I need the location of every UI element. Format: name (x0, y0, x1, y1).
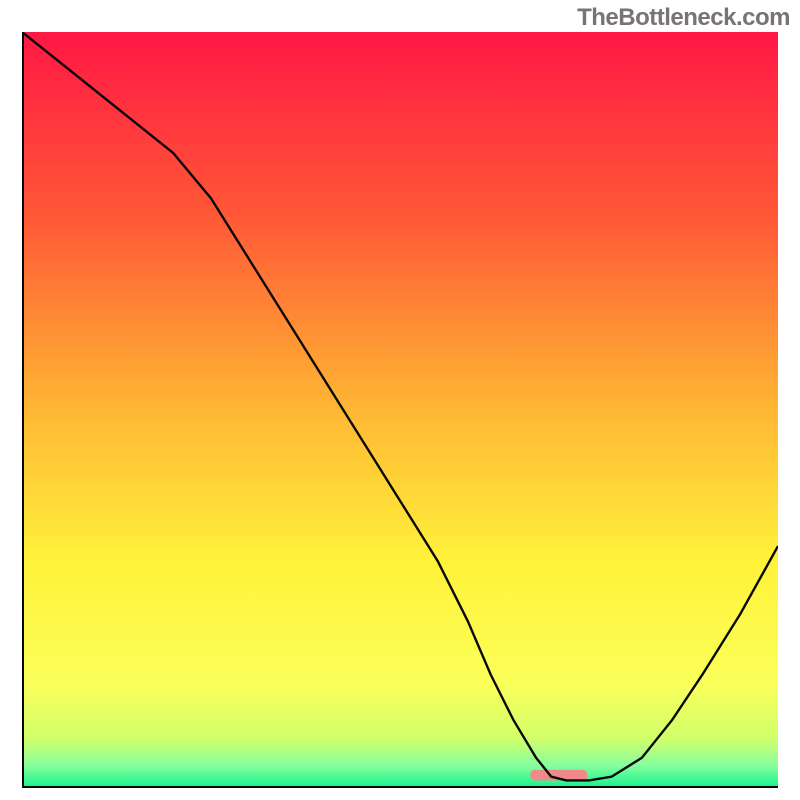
bottleneck-curve-chart (22, 32, 778, 788)
chart-background-gradient (22, 32, 778, 788)
chart-container: { "watermark": "TheBottleneck.com", "cha… (0, 0, 800, 800)
watermark-text: TheBottleneck.com (577, 4, 790, 32)
